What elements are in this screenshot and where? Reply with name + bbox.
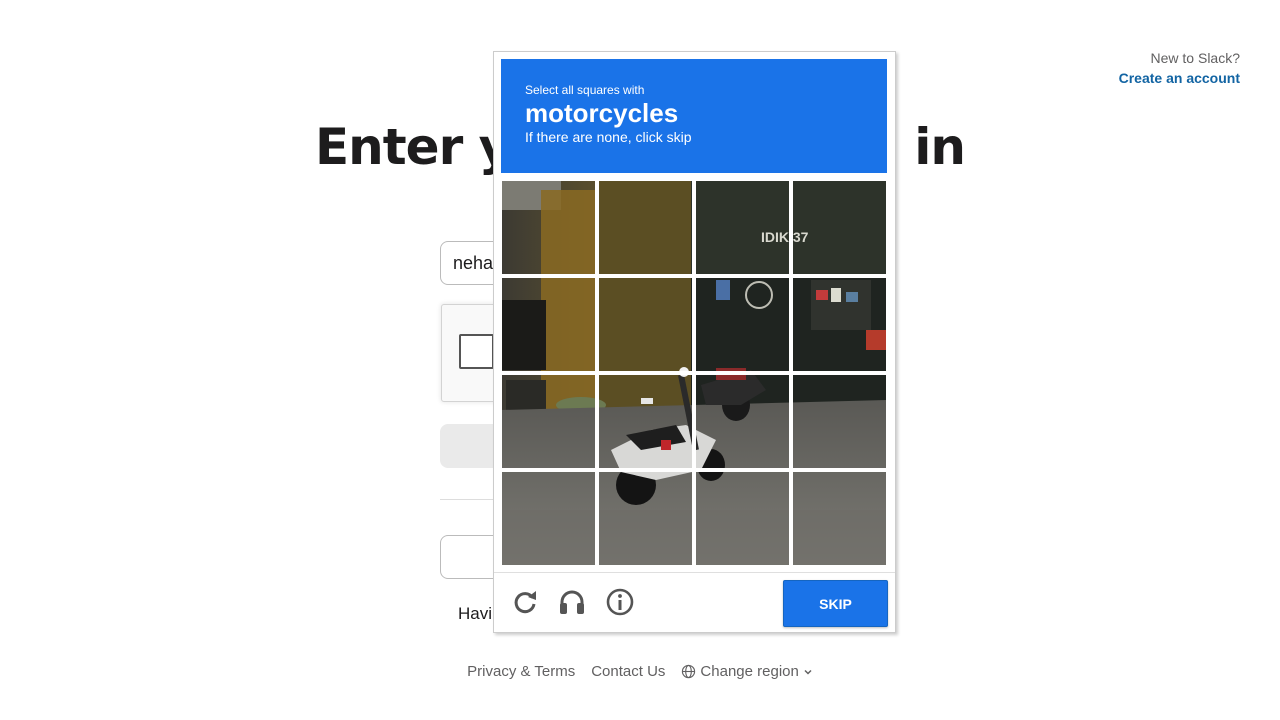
captcha-tile[interactable] xyxy=(501,276,597,373)
captcha-tile[interactable] xyxy=(791,276,887,373)
captcha-tile[interactable] xyxy=(501,180,597,276)
captcha-header: Select all squares with motorcycles If t… xyxy=(501,59,887,173)
contact-us-link[interactable]: Contact Us xyxy=(591,663,665,680)
footer-links: Privacy & Terms Contact Us Change region xyxy=(0,663,1280,680)
captcha-tile[interactable] xyxy=(791,470,887,566)
captcha-tile[interactable] xyxy=(597,373,694,470)
captcha-tile[interactable] xyxy=(501,373,597,470)
captcha-tile[interactable] xyxy=(597,180,694,276)
captcha-tile[interactable] xyxy=(791,373,887,470)
captcha-hint: If there are none, click skip xyxy=(525,129,692,145)
captcha-challenge-dialog: Select all squares with motorcycles If t… xyxy=(493,51,896,633)
change-region-label: Change region xyxy=(700,663,799,680)
change-region-link[interactable]: Change region xyxy=(681,663,812,680)
skip-button[interactable]: SKIP xyxy=(783,580,888,627)
captcha-target: motorcycles xyxy=(525,98,679,128)
globe-icon xyxy=(682,664,696,679)
captcha-tile[interactable] xyxy=(694,180,791,276)
captcha-footer: SKIP xyxy=(494,572,895,632)
reload-icon[interactable] xyxy=(510,587,540,617)
captcha-tile[interactable] xyxy=(694,373,791,470)
privacy-terms-link[interactable]: Privacy & Terms xyxy=(467,663,575,680)
chevron-down-icon xyxy=(804,669,812,675)
captcha-tiles xyxy=(501,180,887,566)
captcha-image-grid: IDIK 37 xyxy=(501,180,887,566)
captcha-instruction: Select all squares with xyxy=(525,83,645,97)
audio-icon[interactable] xyxy=(557,587,587,617)
captcha-tile[interactable] xyxy=(791,180,887,276)
recaptcha-checkbox[interactable] xyxy=(459,334,494,369)
new-to-slack-text: New to Slack? xyxy=(1150,50,1240,66)
page-title-right: in xyxy=(914,118,966,176)
captcha-tile[interactable] xyxy=(694,470,791,566)
create-account-link[interactable]: Create an account xyxy=(1119,68,1240,88)
trouble-text: Havi xyxy=(458,604,493,623)
captcha-tile[interactable] xyxy=(597,276,694,373)
captcha-tile[interactable] xyxy=(694,276,791,373)
captcha-tile[interactable] xyxy=(501,470,597,566)
signup-prompt: New to Slack? Create an account xyxy=(1119,48,1240,88)
captcha-tile[interactable] xyxy=(597,470,694,566)
info-icon[interactable] xyxy=(605,587,635,617)
page-title-left: Enter y xyxy=(315,118,511,176)
